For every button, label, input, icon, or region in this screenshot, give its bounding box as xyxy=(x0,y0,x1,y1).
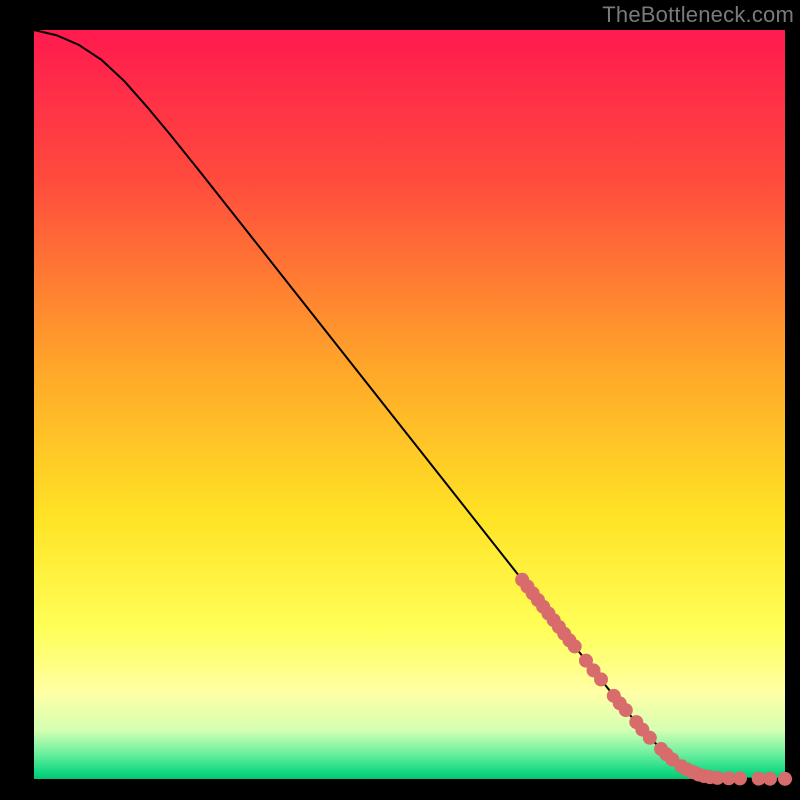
plot-area xyxy=(34,30,785,779)
chart-frame: TheBottleneck.com xyxy=(0,0,800,800)
attribution-text: TheBottleneck.com xyxy=(602,2,794,28)
